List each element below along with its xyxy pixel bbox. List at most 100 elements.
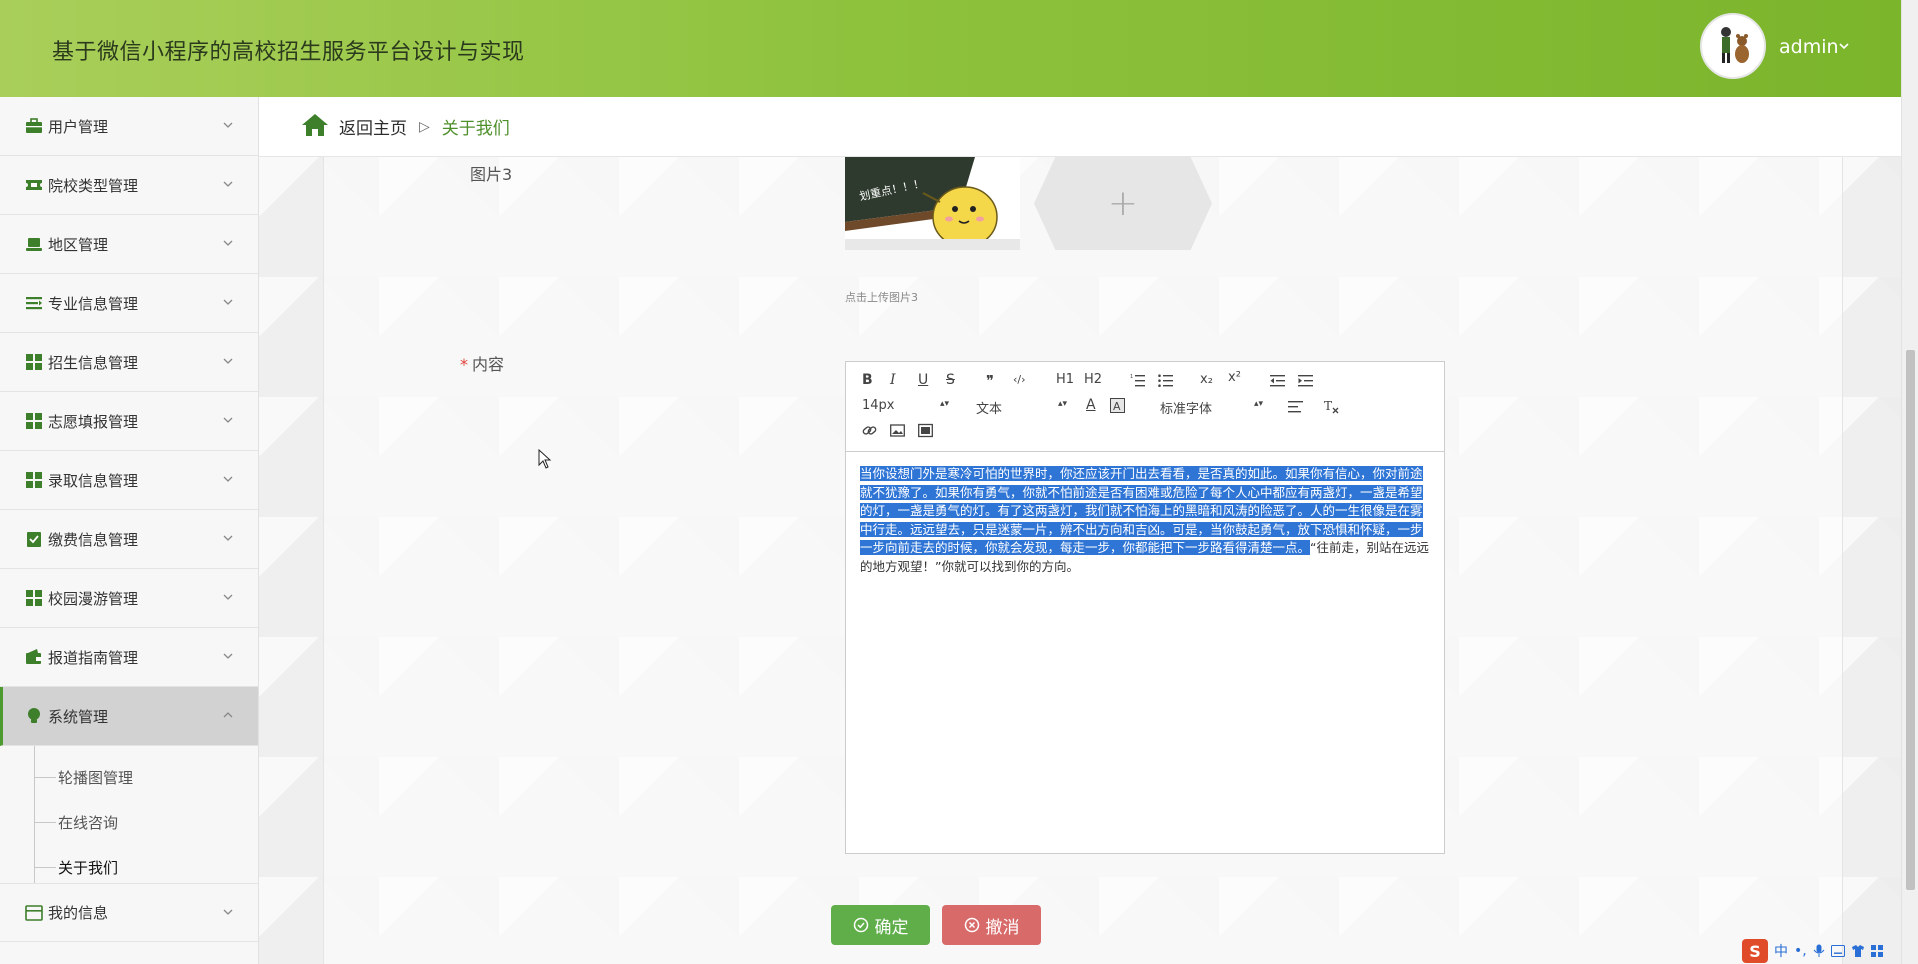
microphone-icon[interactable] [1813,944,1825,958]
chevron-down-icon [223,240,233,246]
sidebar-item-label: 系统管理 [48,707,109,726]
laptop-icon [24,235,44,253]
chevron-down-icon [223,535,233,541]
chevron-down-icon[interactable] [1838,40,1850,55]
editor-content-area[interactable]: 当你设想门外是寒冷可怕的世界时，你还应该开门出去看看，是否真的如此。如果你有信心… [846,453,1444,853]
chevron-down-icon [223,653,233,659]
svg-text:1: 1 [1130,374,1133,380]
block-format-select[interactable]: 文本 ▴▾ [976,398,1067,418]
confirm-button[interactable]: 确定 [831,905,930,945]
italic-button[interactable]: I [890,372,896,388]
chevron-up-icon [223,712,233,718]
breadcrumb-current: 关于我们 [441,119,510,139]
clipboard-check-icon [24,530,44,548]
code-block-button[interactable]: ‹/› [1013,373,1026,386]
keyboard-icon[interactable] [1830,945,1845,957]
sidebar: 用户管理 院校类型管理 地区管理 专业信息管理 招生信息管理 志愿填报管理 录取… [0,97,259,964]
cartoon-image: 划重点！！！ [845,157,1020,250]
blockquote-button[interactable]: ❞ [986,372,994,390]
sidebar-item-applications[interactable]: 志愿填报管理 [0,392,258,451]
sidebar-item-report-guide[interactable]: 报道指南管理 [0,628,258,687]
select-arrow-icon: ▴▾ [940,399,950,409]
ticket-icon [24,176,44,194]
sidebar-item-my-info[interactable]: 我的信息 [0,883,258,942]
ordered-list-icon[interactable]: 1 [1130,373,1145,388]
grid-icon [24,471,44,489]
cancel-button[interactable]: 撤消 [942,905,1041,945]
sidebar-item-label: 地区管理 [48,235,109,254]
block-format-value: 文本 [976,402,1003,417]
breadcrumb-separator: ▷ [419,118,430,135]
subscript-button[interactable]: x₂ [1200,372,1213,387]
bold-button[interactable]: B [862,372,873,388]
system-submenu: 轮播图管理 在线咨询 关于我们 [0,746,258,883]
font-family-value: 标准字体 [1160,402,1213,417]
chevron-down-icon [223,417,233,423]
text-color-button[interactable]: A [1086,397,1096,413]
sidebar-item-school-types[interactable]: 院校类型管理 [0,156,258,215]
grid-icon[interactable] [1870,945,1883,957]
submenu-item-about[interactable]: 关于我们 [34,857,118,878]
close-circle-icon [964,917,979,933]
sidebar-item-label: 缴费信息管理 [48,530,139,549]
chevron-down-icon [223,181,233,187]
link-icon[interactable] [862,423,877,438]
sidebar-item-label: 用户管理 [48,117,109,136]
sidebar-item-regions[interactable]: 地区管理 [0,215,258,274]
plus-icon: + [1107,183,1139,224]
ime-toolbar[interactable]: S 中 •, [1742,938,1901,964]
list-arrow-icon [24,294,44,312]
chevron-down-icon [223,358,233,364]
indent-icon[interactable] [1298,373,1313,388]
scrollbar-thumb[interactable] [1906,350,1915,890]
h1-button[interactable]: H1 [1056,372,1074,387]
page-scrollbar[interactable] [1901,0,1918,964]
sogou-logo-icon[interactable]: S [1742,939,1768,963]
font-size-select[interactable]: 14px ▴▾ [862,398,949,413]
sidebar-item-admissions[interactable]: 招生信息管理 [0,333,258,392]
sidebar-item-campus-tour[interactable]: 校园漫游管理 [0,569,258,628]
ime-language[interactable]: 中 [1774,941,1788,961]
chevron-down-icon [223,299,233,305]
grid-icon [24,412,44,430]
main-content: 图片3 划重点！！！ + 点击上传图片3 * 内容 B I U S ❞ ‹/› … [259,157,1901,964]
font-family-select[interactable]: 标准字体 ▴▾ [1160,398,1263,418]
user-name[interactable]: admin [1779,36,1839,58]
home-icon[interactable] [301,112,329,142]
submenu-item-carousel[interactable]: 轮播图管理 [34,767,133,788]
sidebar-item-label: 报道指南管理 [48,648,139,667]
breadcrumb-home-link[interactable]: 返回主页 [339,114,407,139]
submenu-item-consult[interactable]: 在线咨询 [34,812,118,833]
chevron-down-icon [223,476,233,482]
h2-button[interactable]: H2 [1084,372,1102,387]
avatar[interactable] [1700,13,1766,79]
image-icon[interactable] [890,423,905,438]
highlight-icon[interactable]: A [1110,398,1125,413]
sidebar-item-system[interactable]: 系统管理 [0,687,258,746]
uploaded-image-thumbnail[interactable]: 划重点！！！ [845,157,1020,250]
bulb-icon [24,707,44,725]
select-arrow-icon: ▴▾ [1254,399,1264,409]
sidebar-item-users[interactable]: 用户管理 [0,97,258,156]
ime-punctuation[interactable]: •, [1794,943,1807,959]
avatar-figures-icon [1721,27,1749,63]
upload-image-button[interactable]: + [1034,157,1212,250]
editor-toolbar: B I U S ❞ ‹/› H1 H2 1 x₂ x² 14px ▴▾ 文本 ▴… [846,362,1444,452]
shirt-icon[interactable] [1851,945,1865,957]
strike-button[interactable]: S [946,372,955,388]
rich-text-editor[interactable]: B I U S ❞ ‹/› H1 H2 1 x₂ x² 14px ▴▾ 文本 ▴… [845,361,1445,854]
sidebar-item-payments[interactable]: 缴费信息管理 [0,510,258,569]
clear-format-icon[interactable]: T [1324,399,1339,414]
video-icon[interactable] [918,423,933,438]
chevron-down-icon [223,594,233,600]
align-icon[interactable] [1288,399,1303,414]
superscript-button[interactable]: x² [1228,370,1241,385]
bullet-list-icon[interactable] [1158,373,1173,388]
sidebar-item-label: 专业信息管理 [48,294,139,313]
sidebar-item-majors[interactable]: 专业信息管理 [0,274,258,333]
outdent-icon[interactable] [1270,373,1285,388]
upload-hint: 点击上传图片3 [845,291,918,304]
sidebar-item-enrollment[interactable]: 录取信息管理 [0,451,258,510]
underline-button[interactable]: U [918,372,928,388]
confirm-label: 确定 [874,917,909,937]
